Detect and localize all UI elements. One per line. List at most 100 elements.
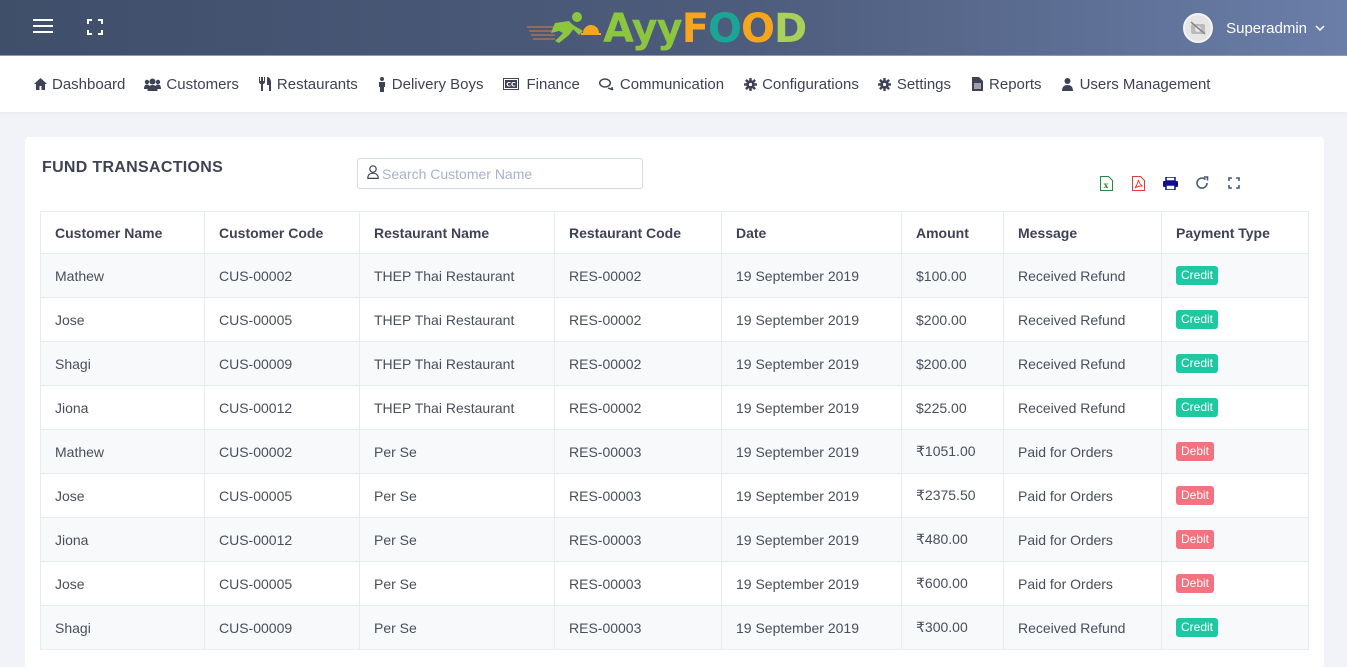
svg-text:x: x [1103,180,1108,190]
nav-customers[interactable]: Customers [144,76,239,93]
column-header[interactable]: Customer Name [40,211,205,254]
column-header[interactable]: Amount [901,211,1004,254]
date-cell: 19 September 2019 [721,561,902,606]
logo-o-fork: O [708,6,742,52]
fullscreen-icon[interactable] [1226,175,1242,191]
payment-type-badge: Credit [1176,354,1219,373]
customer-name-cell: Shagi [40,341,205,386]
payment-type-cell: Credit [1161,605,1309,650]
refresh-icon[interactable] [1194,175,1210,191]
excel-export-icon[interactable]: x [1098,175,1114,191]
main-nav: Dashboard Customers Restaurants Delivery… [0,56,1347,112]
transactions-table: Customer Name Customer Code Restaurant N… [40,211,1309,650]
nav-settings[interactable]: Settings [878,76,951,93]
payment-type-cell: Debit [1161,561,1309,606]
nav-delivery-boys[interactable]: Delivery Boys [377,76,484,93]
amount-cell: ₹300.00 [901,605,1004,650]
payment-type-badge: Credit [1176,266,1219,285]
search-input[interactable] [382,165,632,182]
fullscreen-icon[interactable] [87,19,103,35]
customer-code-cell: CUS-00005 [204,297,360,342]
date-cell: 19 September 2019 [721,341,902,386]
table-row[interactable]: Shagi CUS-00009 THEP Thai Restaurant RES-00… [40,341,1309,386]
user-menu[interactable]: Superadmin [1183,13,1325,43]
table-toolbar: x [1098,175,1258,191]
runner-logo-icon [527,12,601,43]
date-cell: 19 September 2019 [721,517,902,562]
column-header[interactable]: Customer Code [204,211,360,254]
nav-label: Finance [526,75,580,93]
column-header[interactable]: Restaurant Code [554,211,722,254]
nav-configurations[interactable]: Configurations [743,76,859,93]
restaurant-code-cell: RES-00003 [554,605,722,650]
table-row[interactable]: Jose CUS-00005 THEP Thai Restaurant RES-000… [40,297,1309,342]
nav-label: Communication [619,75,725,93]
restaurant-code-cell: RES-00003 [554,473,722,518]
print-icon[interactable] [1162,175,1178,191]
male-icon [377,76,387,92]
customer-name-cell: Jose [40,561,205,606]
nav-restaurants[interactable]: Restaurants [258,76,358,93]
customer-code-cell: CUS-00002 [204,429,360,474]
nav-users-management[interactable]: Users Management [1061,76,1210,93]
customer-code-cell: CUS-00009 [204,341,360,386]
payment-type-cell: Debit [1161,429,1309,474]
nav-dashboard[interactable]: Dashboard [33,76,125,93]
nav-finance[interactable]: CC Finance [503,76,580,93]
restaurant-name-cell: Per Se [359,429,555,474]
table-row[interactable]: Jose CUS-00005 Per Se RES-00003 19 September… [40,473,1309,518]
amount-cell: ₹1051.00 [901,429,1004,474]
nav-label: Reports [989,75,1042,93]
table-row[interactable]: Shagi CUS-00009 Per Se RES-00003 19 Septembe… [40,605,1309,650]
column-header[interactable]: Date [721,211,902,254]
message-cell: Paid for Orders [1003,429,1162,474]
table-row[interactable]: Jiona CUS-00012 Per Se RES-00003 19 Septembe… [40,517,1309,562]
restaurant-name-cell: Per Se [359,517,555,562]
message-cell: Paid for Orders [1003,517,1162,562]
logo-d: D [774,6,807,52]
date-cell: 19 September 2019 [721,605,902,650]
nav-label: Dashboard [52,75,126,93]
amount-cell: $200.00 [901,341,1004,386]
restaurant-name-cell: THEP Thai Restaurant [359,385,555,430]
logo-ayy: Ayy [603,6,683,52]
column-header[interactable]: Restaurant Name [359,211,555,254]
table-row[interactable]: Mathew CUS-00002 Per Se RES-00003 19 Septemb… [40,429,1309,474]
amount-cell: ₹2375.50 [901,473,1004,518]
nav-label: Configurations [762,75,859,93]
restaurant-code-cell: RES-00003 [554,561,722,606]
restaurant-code-cell: RES-00002 [554,341,722,386]
nav-label: Delivery Boys [391,75,484,93]
table-row[interactable]: Jose CUS-00005 Per Se RES-00003 19 September… [40,561,1309,606]
payment-type-cell: Credit [1161,253,1309,298]
customer-code-cell: CUS-00012 [204,517,360,562]
nav-reports[interactable]: Reports [970,76,1042,93]
app-logo[interactable]: AyyFOOD [525,6,807,52]
customer-code-cell: CUS-00002 [204,253,360,298]
restaurant-code-cell: RES-00003 [554,517,722,562]
table-body: Mathew CUS-00002 THEP Thai Restaurant RES-0… [40,253,1309,650]
user-icon [1061,77,1075,91]
search-box[interactable] [357,158,643,189]
restaurant-name-cell: THEP Thai Restaurant [359,341,555,386]
table-header-row: Customer Name Customer Code Restaurant N… [40,211,1309,254]
pdf-export-icon[interactable] [1130,175,1146,191]
nav-communication[interactable]: Communication [599,76,724,93]
cc-icon: CC [503,77,520,91]
table-row[interactable]: Jiona CUS-00012 THEP Thai Restaurant RES-00… [40,385,1309,430]
restaurant-code-cell: RES-00003 [554,429,722,474]
column-header[interactable]: Payment Type [1161,211,1309,254]
menu-icon[interactable] [33,19,53,35]
customer-name-cell: Jose [40,297,205,342]
column-header[interactable]: Message [1003,211,1162,254]
customer-name-cell: Jose [40,473,205,518]
payment-type-cell: Credit [1161,385,1309,430]
table-row[interactable]: Mathew CUS-00002 THEP Thai Restaurant RES-0… [40,253,1309,298]
payment-type-cell: Credit [1161,297,1309,342]
payment-type-badge: Debit [1176,530,1215,549]
restaurant-name-cell: Per Se [359,605,555,650]
nav-label: Settings [896,75,952,93]
nav-label: Restaurants [276,75,358,93]
customer-code-cell: CUS-00012 [204,385,360,430]
payment-type-badge: Debit [1176,442,1215,461]
